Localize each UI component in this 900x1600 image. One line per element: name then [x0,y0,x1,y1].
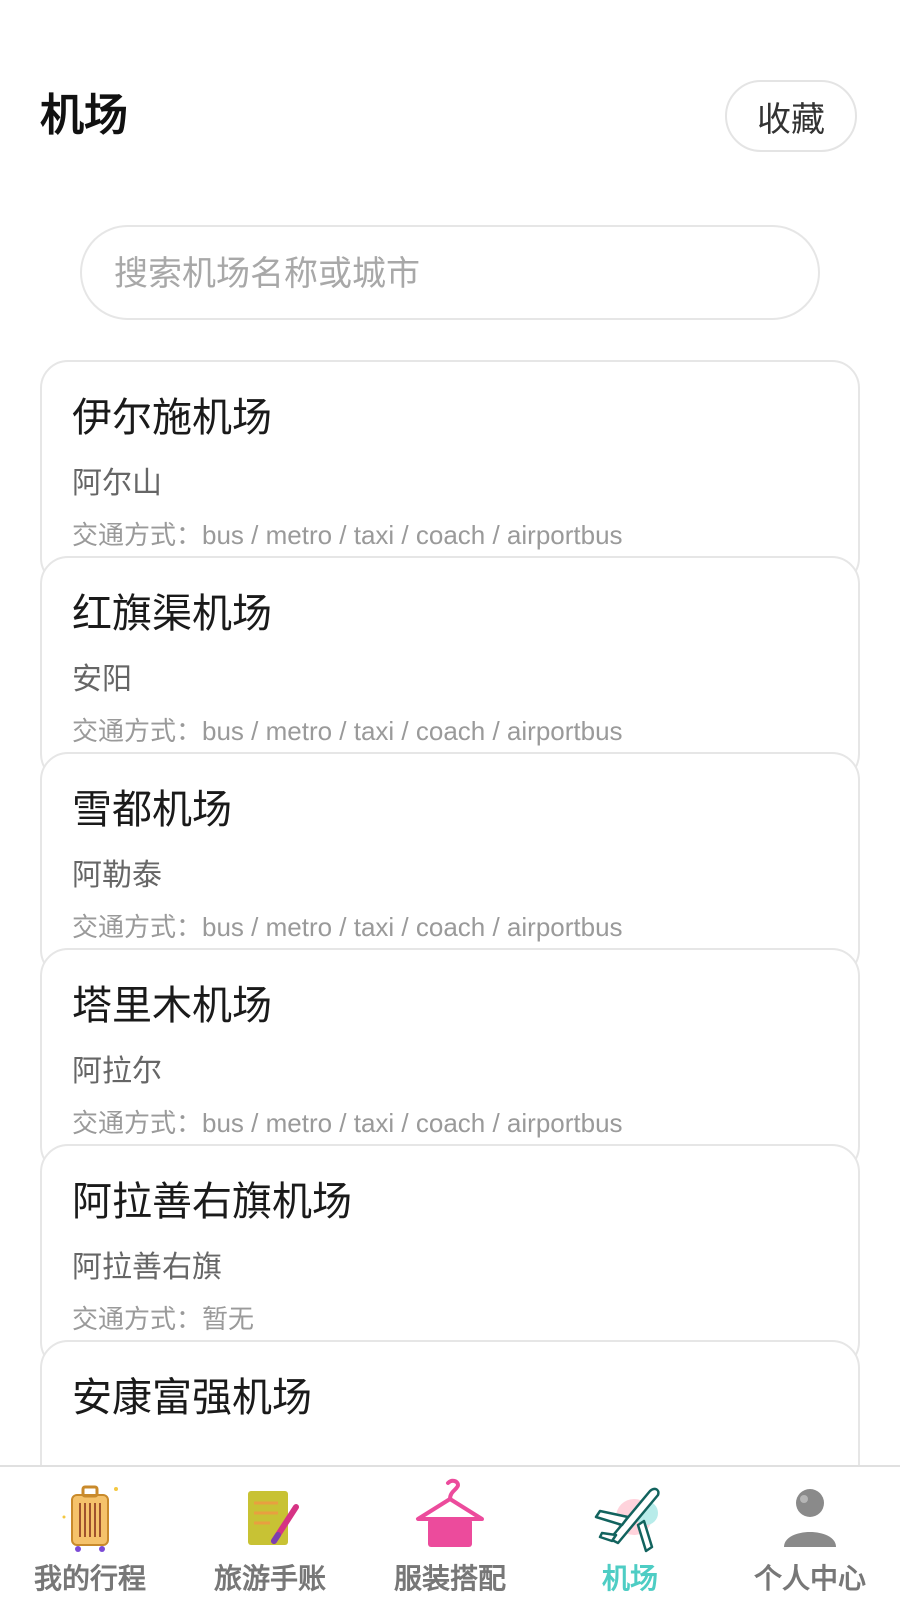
tab-my-trips[interactable]: 我的行程 [0,1467,180,1600]
transport-label: 交通方式： [72,716,203,746]
transport-value: bus / metro / taxi / coach / airportbus [202,716,623,746]
transport-value: bus / metro / taxi / coach / airportbus [202,520,623,550]
tab-label: 服装搭配 [393,1562,506,1595]
airport-card[interactable]: 红旗渠机场 安阳 交通方式：bus / metro / taxi / coach… [40,556,860,782]
airport-name: 红旗渠机场 [72,591,272,637]
airport-name: 伊尔施机场 [72,395,272,441]
tab-profile[interactable]: 个人中心 [720,1467,900,1600]
airport-city: 安阳 [72,662,132,697]
airplane-icon [594,1487,660,1553]
tab-outfit[interactable]: 服装搭配 [360,1467,540,1600]
airport-list: 伊尔施机场 阿尔山 交通方式：bus / metro / taxi / coac… [40,360,860,1465]
tab-label: 机场 [601,1562,658,1595]
transport-label: 交通方式： [72,1304,203,1334]
airport-city: 阿勒泰 [72,858,162,893]
airport-transport: 交通方式：bus / metro / taxi / coach / airpor… [72,517,623,553]
tab-label: 旅游手账 [213,1562,326,1595]
airport-transport: 交通方式：bus / metro / taxi / coach / airpor… [72,909,623,945]
airport-transport: 交通方式：bus / metro / taxi / coach / airpor… [72,1105,623,1141]
airport-transport: 交通方式：bus / metro / taxi / coach / airpor… [72,713,623,749]
airport-card[interactable]: 雪都机场 阿勒泰 交通方式：bus / metro / taxi / coach… [40,752,860,978]
transport-value: bus / metro / taxi / coach / airportbus [202,912,623,942]
airport-city: 阿尔山 [72,466,162,501]
airport-name: 雪都机场 [72,787,232,833]
transport-value: bus / metro / taxi / coach / airportbus [202,1108,623,1138]
tab-bar: 我的行程 旅游手账 服装搭配 机场 个人中心 [0,1465,900,1600]
airport-name: 阿拉善右旗机场 [72,1179,352,1225]
transport-value: 暂无 [202,1304,255,1334]
hanger-icon [416,1478,484,1547]
user-icon [784,1489,836,1547]
transport-label: 交通方式： [72,1108,203,1138]
airport-card[interactable]: 阿拉善右旗机场 阿拉善右旗 交通方式：暂无 [40,1144,860,1370]
airport-name: 塔里木机场 [72,983,272,1029]
transport-label: 交通方式： [72,520,203,550]
tab-label: 个人中心 [753,1562,866,1595]
notebook-icon [248,1491,299,1545]
airport-city: 阿拉善右旗 [72,1250,222,1285]
airport-transport: 交通方式：暂无 [72,1301,254,1337]
page-title: 机场 [40,90,128,141]
tab-airport[interactable]: 机场 [540,1467,720,1600]
airport-city: 阿拉尔 [72,1054,162,1089]
favorites-button[interactable]: 收藏 [725,80,857,152]
transport-label: 交通方式： [72,912,203,942]
airport-name: 安康富强机场 [72,1375,312,1421]
search-bar[interactable] [80,225,820,320]
luggage-icon [62,1485,118,1552]
search-input[interactable] [112,227,776,320]
header: 机场 收藏 [0,0,900,200]
airport-card[interactable]: 塔里木机场 阿拉尔 交通方式：bus / metro / taxi / coac… [40,948,860,1174]
tab-travel-journal[interactable]: 旅游手账 [180,1467,360,1600]
tab-label: 我的行程 [33,1562,146,1595]
airport-card[interactable]: 伊尔施机场 阿尔山 交通方式：bus / metro / taxi / coac… [40,360,860,586]
airport-card[interactable]: 安康富强机场 [40,1340,860,1465]
